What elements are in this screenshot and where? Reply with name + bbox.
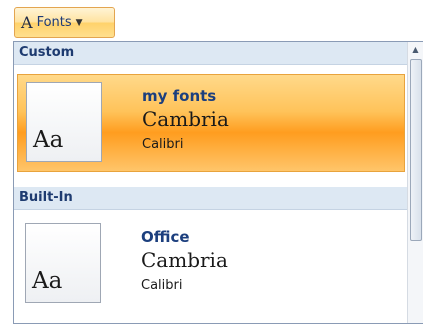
scroll-thumb[interactable] (410, 59, 422, 241)
font-preview-thumbnail: Aa (26, 82, 102, 162)
scroll-up-arrow-icon[interactable]: ▲ (408, 42, 423, 58)
font-theme-name: Office (141, 228, 190, 246)
preview-sample-text: Aa (32, 268, 63, 294)
body-font-name: Calibri (142, 137, 184, 152)
chevron-down-icon: ▼ (75, 17, 83, 28)
section-header-built-in: Built-In (14, 187, 407, 210)
font-preview-thumbnail: Aa (25, 223, 101, 303)
font-item-office[interactable]: Aa Office Cambria Calibri (17, 216, 405, 314)
fonts-button-label: Fonts (36, 15, 72, 30)
section-header-custom: Custom (14, 42, 407, 65)
gallery-scrollbar[interactable]: ▲ (407, 42, 423, 323)
heading-font-name: Cambria (142, 107, 229, 131)
font-item-my-fonts[interactable]: Aa my fonts Cambria Calibri (17, 74, 405, 172)
preview-sample-text: Aa (33, 127, 64, 153)
fonts-gallery: Custom Aa my fonts Cambria Calibri Built… (13, 41, 423, 324)
body-font-name: Calibri (141, 278, 183, 293)
fonts-gallery-screen: A Fonts ▼ Custom Aa my fonts Cambria Cal… (0, 0, 423, 326)
font-a-icon: A (21, 12, 33, 32)
heading-font-name: Cambria (141, 248, 228, 272)
font-theme-name: my fonts (142, 87, 217, 105)
fonts-dropdown-button[interactable]: A Fonts ▼ (14, 7, 115, 38)
gallery-content: Custom Aa my fonts Cambria Calibri Built… (14, 42, 407, 323)
